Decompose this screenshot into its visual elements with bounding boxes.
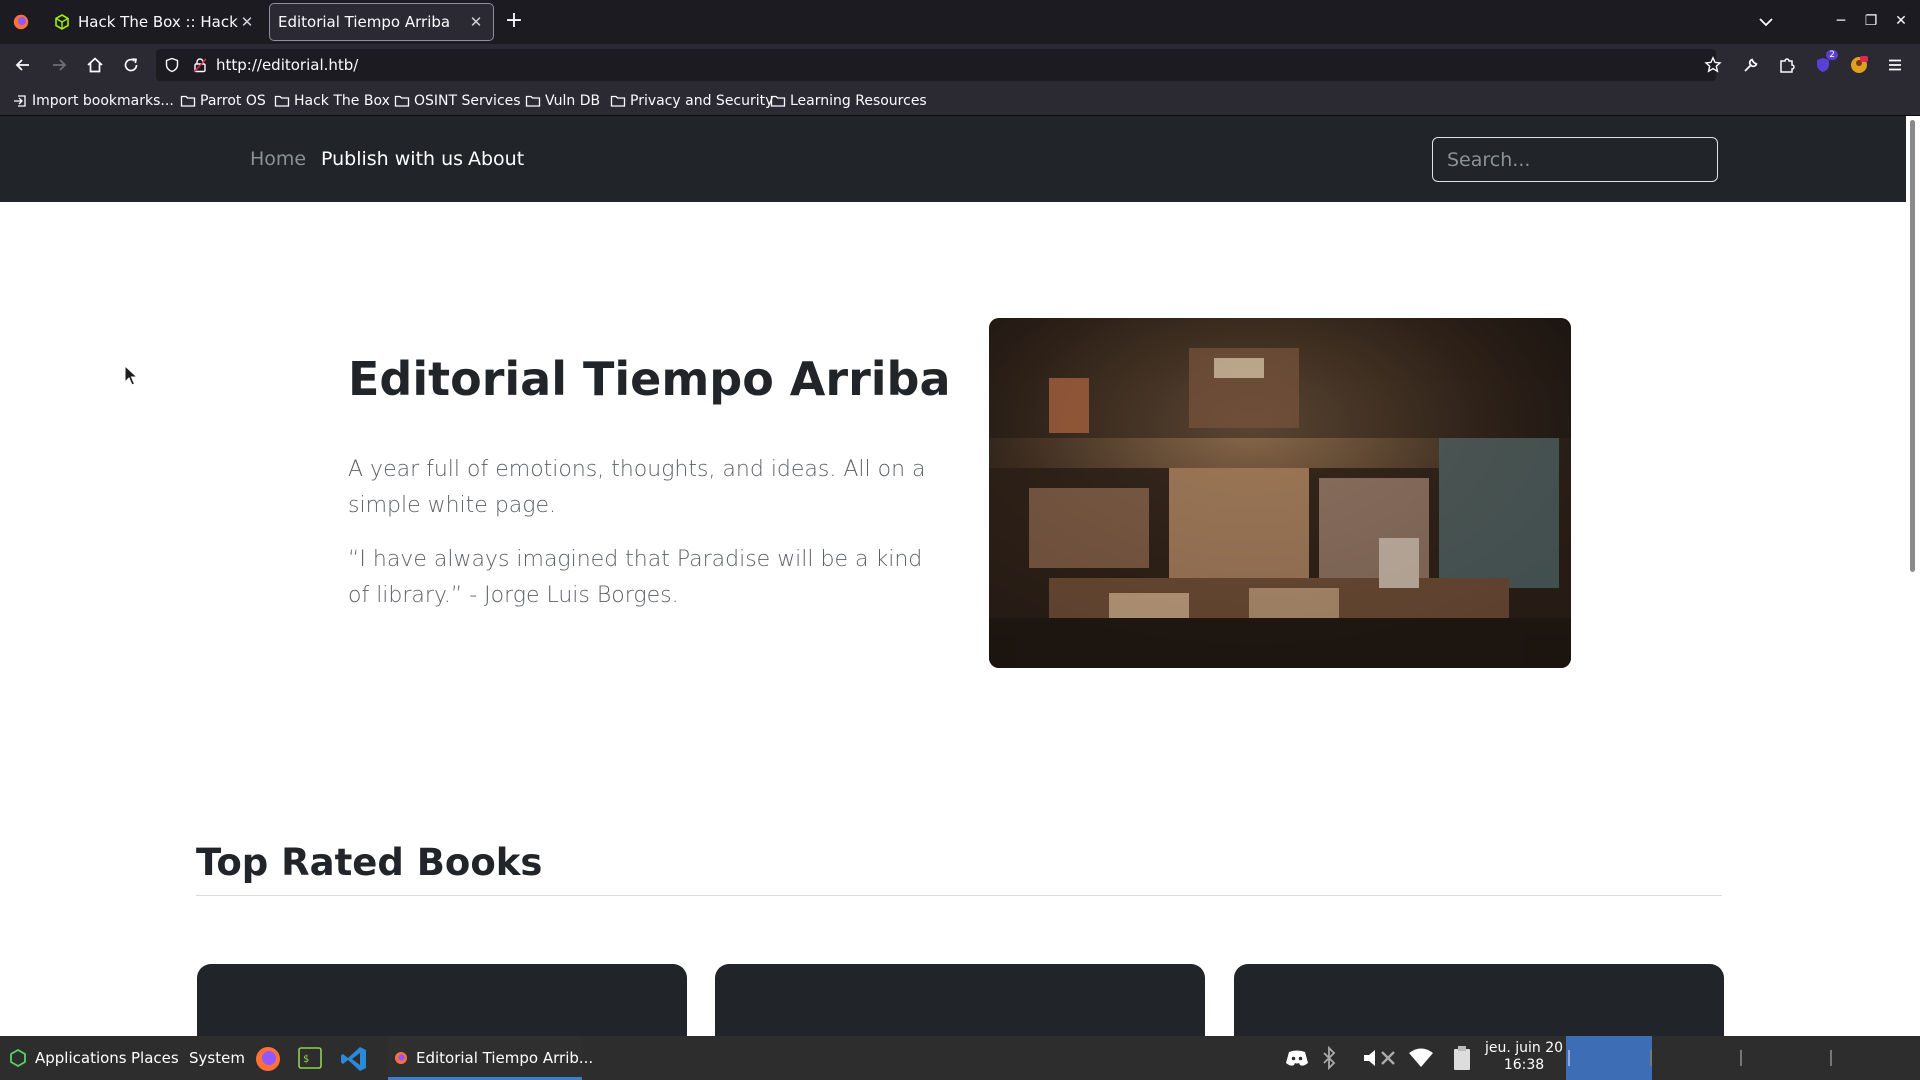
section-title-top-rated: Top Rated Books [196, 841, 543, 884]
list-all-tabs-chevron-icon[interactable] [1756, 12, 1776, 32]
discord-tray-icon[interactable] [1285, 1049, 1309, 1067]
folder-icon [180, 95, 196, 107]
profile-avatar-icon[interactable] [1846, 52, 1872, 78]
folder-icon [525, 95, 541, 107]
folder-icon [770, 95, 786, 107]
workspace-window-marker [1830, 1050, 1832, 1066]
applications-menu[interactable]: Applications [35, 1049, 127, 1067]
hackthebox-icon [55, 14, 69, 30]
workspace-window-marker [1568, 1050, 1570, 1066]
clock-date: jeu. juin 20 [1484, 1040, 1564, 1056]
close-tab-icon[interactable]: ✕ [467, 13, 485, 31]
wifi-tray-icon[interactable] [1408, 1048, 1434, 1068]
back-arrow-icon[interactable] [10, 52, 36, 78]
tab-editorial[interactable]: Editorial Tiempo Arriba ✕ [269, 3, 494, 41]
bluetooth-tray-icon[interactable] [1321, 1046, 1337, 1070]
folder-icon [274, 95, 290, 107]
book-card[interactable] [715, 964, 1205, 1036]
bookmark-folder-privacy-and-security[interactable]: Privacy and Security [610, 91, 773, 111]
url-bar[interactable]: http://editorial.htb/ [156, 49, 1716, 81]
page-scrollbar[interactable] [1906, 116, 1920, 1036]
browser-tab-bar: Hack The Box :: Hack The ✕ Editorial Tie… [0, 0, 1920, 44]
hamburger-menu-icon[interactable] [1882, 52, 1908, 78]
clock-time: 16:38 [1503, 1057, 1545, 1073]
home-icon[interactable] [82, 52, 108, 78]
section-divider [196, 895, 1722, 896]
bookmark-folder-parrot-os[interactable]: Parrot OS [180, 91, 266, 111]
bookmark-star-icon[interactable] [1700, 52, 1726, 78]
parrot-menu-icon[interactable] [8, 1048, 28, 1068]
clock[interactable]: jeu. juin 20 16:38 [1484, 1040, 1564, 1074]
clipboard-tray-icon[interactable] [1452, 1045, 1472, 1071]
tab-hackthebox[interactable]: Hack The Box :: Hack The ✕ [46, 4, 264, 40]
hero-bookstore-image [989, 318, 1571, 668]
book-card[interactable] [1234, 964, 1724, 1036]
restore-window-icon[interactable]: ❐ [1860, 10, 1882, 32]
web-page-content: Home Publish with us About Editorial Tie… [0, 116, 1906, 1036]
vscode-launcher-icon[interactable] [340, 1045, 368, 1073]
extensions-puzzle-icon[interactable] [1774, 52, 1800, 78]
hero-lead-text: A year full of emotions, thoughts, and i… [348, 457, 926, 518]
bookmark-folder-learning-resources[interactable]: Learning Resources [770, 91, 927, 111]
taskbar-window-editorial[interactable]: Editorial Tiempo Arrib... [388, 1036, 593, 1080]
workspace-window-marker [1740, 1050, 1742, 1066]
hero-quote: “I have always imagined that Paradise wi… [348, 547, 923, 608]
tab-title: Editorial Tiempo Arriba [278, 13, 451, 31]
system-menu[interactable]: System [189, 1049, 245, 1067]
terminal-launcher-icon[interactable]: $ [298, 1047, 322, 1069]
wrench-icon[interactable] [1738, 52, 1764, 78]
firefox-menu-icon[interactable] [12, 13, 30, 31]
scrollbar-thumb[interactable] [1910, 120, 1915, 572]
bookmark-folder-osint-services[interactable]: OSINT Services [394, 91, 521, 111]
extension-badge-count: 2 [1826, 50, 1838, 60]
new-tab-plus-icon[interactable]: + [502, 10, 526, 34]
nav-link-publish[interactable]: Publish with us [321, 148, 463, 170]
firefox-launcher-icon[interactable] [254, 1045, 282, 1073]
tab-title: Hack The Box :: Hack The [78, 13, 238, 31]
workspace-switcher-active[interactable] [1566, 1036, 1652, 1080]
tracking-protection-shield-icon[interactable] [164, 57, 180, 73]
places-menu[interactable]: Places [131, 1049, 179, 1067]
folder-icon [394, 95, 410, 107]
book-card[interactable] [197, 964, 687, 1036]
desktop-taskbar: Applications Places System $ Editorial T… [0, 1036, 1920, 1080]
bookmarks-toolbar: Import bookmarks... Parrot OS Hack The B… [0, 86, 1920, 116]
navigation-toolbar: http://editorial.htb/ 2 [0, 44, 1920, 86]
url-text: http://editorial.htb/ [216, 56, 359, 74]
nav-link-about[interactable]: About [468, 148, 524, 170]
folder-icon [610, 95, 626, 107]
minimize-window-icon[interactable]: ─ [1830, 10, 1852, 32]
extension-shield-badge-icon[interactable]: 2 [1810, 50, 1838, 78]
volume-muted-tray-icon[interactable] [1362, 1047, 1398, 1069]
close-tab-icon[interactable]: ✕ [238, 13, 256, 31]
import-icon [14, 95, 26, 107]
workspace-window-marker [1650, 1050, 1652, 1066]
svg-text:$: $ [303, 1054, 309, 1065]
bookmark-import[interactable]: Import bookmarks... [12, 91, 174, 111]
site-navbar: Home Publish with us About [0, 116, 1906, 202]
nav-link-home[interactable]: Home [250, 148, 306, 170]
mouse-cursor-icon [124, 365, 138, 386]
close-window-icon[interactable]: ✕ [1890, 10, 1912, 32]
insecure-lock-icon[interactable] [192, 57, 208, 73]
taskbar-window-title: Editorial Tiempo Arrib... [416, 1049, 594, 1067]
firefox-window-icon [395, 1052, 407, 1064]
bookmark-folder-vuln-db[interactable]: Vuln DB [525, 91, 600, 111]
forward-arrow-icon[interactable] [46, 52, 72, 78]
reload-icon[interactable] [118, 52, 144, 78]
search-input[interactable] [1432, 137, 1718, 182]
hero-title: Editorial Tiempo Arriba [348, 352, 951, 406]
bookmark-folder-hack-the-box[interactable]: Hack The Box [274, 91, 390, 111]
